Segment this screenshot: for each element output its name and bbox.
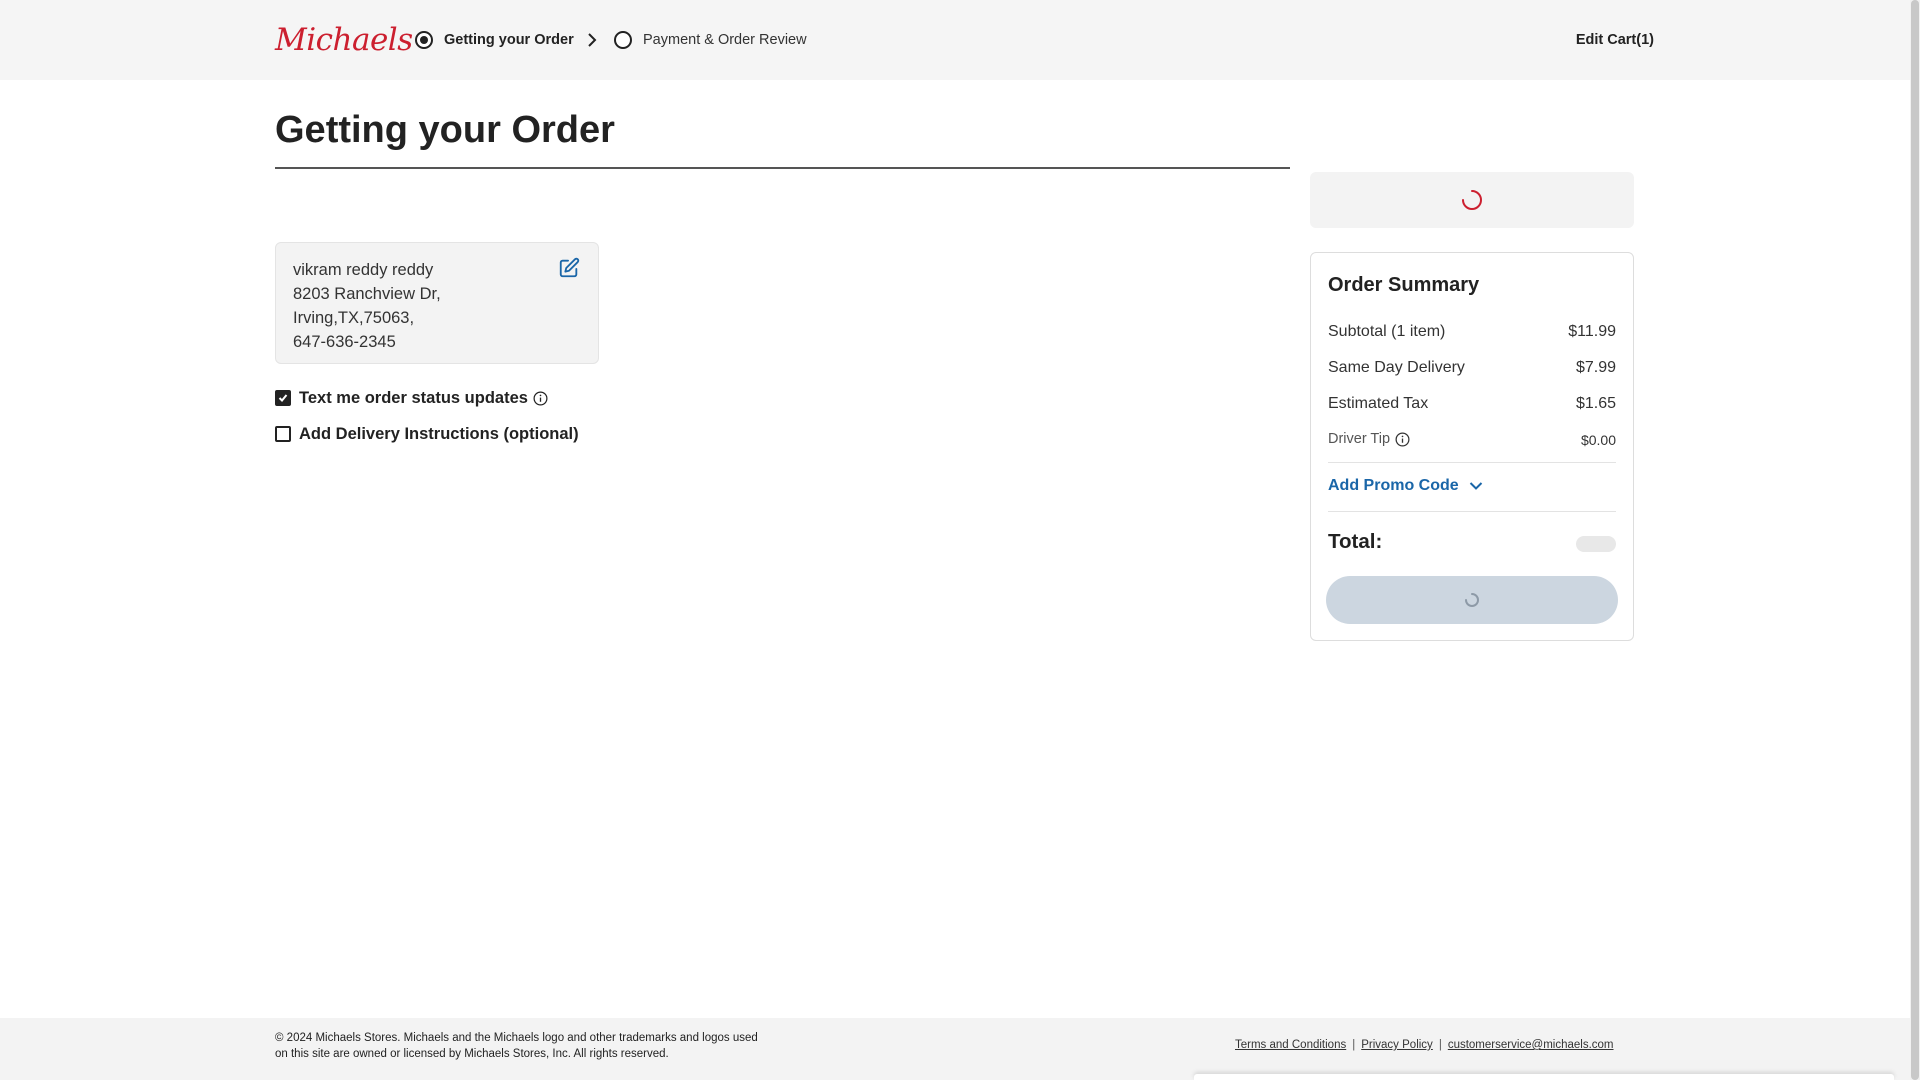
address-street: 8203 Ranchview Dr, — [293, 285, 441, 303]
delivery-instructions-label: Add Delivery Instructions (optional) — [299, 424, 579, 443]
line-value: $0.00 — [1580, 432, 1616, 448]
step-active-indicator-icon — [415, 31, 433, 49]
delivery-instructions-checkbox[interactable] — [275, 426, 291, 442]
checkout-header: Michaels Getting your Order Payment & Or… — [0, 0, 1910, 80]
step-payment-order-review: Payment & Order Review — [614, 26, 807, 54]
chevron-right-icon — [588, 33, 597, 47]
summary-divider — [1328, 462, 1616, 463]
total-value-placeholder — [1576, 536, 1616, 552]
copyright-notice: © 2024 Michaels Stores. Michaels and the… — [275, 1032, 758, 1060]
footer-links: Terms and Conditions | Privacy Policy | … — [1235, 1039, 1614, 1051]
subtotal-row: Subtotal (1 item) $11.99 — [1328, 321, 1616, 343]
delivery-instructions-option[interactable]: Add Delivery Instructions (optional) — [275, 423, 579, 445]
address-name: vikram reddy reddy — [293, 261, 434, 279]
promo-label: Add Promo Code — [1328, 477, 1459, 494]
line-label: Driver Tip — [1328, 431, 1391, 447]
link-separator: | — [1438, 1039, 1442, 1051]
page-title: Getting your Order — [275, 109, 615, 151]
add-promo-code-toggle[interactable]: Add Promo Code — [1328, 475, 1483, 497]
step-getting-your-order: Getting your Order — [415, 26, 574, 54]
delivery-fee-row: Same Day Delivery $7.99 — [1328, 357, 1616, 379]
step-label: Payment & Order Review — [643, 32, 807, 48]
line-label: Subtotal (1 item) — [1328, 323, 1446, 340]
customer-service-email-link[interactable]: customerservice@michaels.com — [1448, 1039, 1614, 1051]
scrollbar-thumb[interactable] — [1911, 0, 1919, 1080]
page-scrollbar[interactable] — [1910, 0, 1920, 1080]
driver-tip-label-group: Driver Tip — [1328, 427, 1410, 451]
checkmark-icon — [278, 394, 288, 402]
line-value: $1.65 — [1575, 395, 1616, 412]
bottom-popup-edge — [1194, 1074, 1894, 1080]
line-label: Same Day Delivery — [1328, 359, 1465, 376]
estimated-tax-row: Estimated Tax $1.65 — [1328, 393, 1616, 415]
step-label: Getting your Order — [444, 32, 574, 48]
loading-spinner-icon — [1462, 190, 1482, 210]
page-footer: © 2024 Michaels Stores. Michaels and the… — [0, 1018, 1910, 1080]
step-inactive-indicator-icon — [614, 31, 632, 49]
driver-tip-row: Driver Tip $0.00 — [1328, 427, 1616, 451]
line-value: $11.99 — [1568, 323, 1616, 340]
link-separator: | — [1352, 1039, 1356, 1051]
address-city-line: Irving,TX,75063, — [293, 309, 415, 327]
michaels-logo[interactable]: Michaels — [275, 18, 413, 62]
text-updates-checkbox[interactable] — [275, 390, 291, 406]
summary-divider — [1328, 511, 1616, 512]
text-order-updates-option[interactable]: Text me order status updates — [275, 387, 548, 409]
info-icon[interactable] — [1395, 432, 1410, 447]
order-summary-title: Order Summary — [1328, 274, 1480, 296]
info-icon[interactable] — [533, 391, 548, 406]
text-updates-label: Text me order status updates — [299, 388, 528, 407]
total-label: Total: — [1328, 530, 1383, 553]
terms-and-conditions-link[interactable]: Terms and Conditions — [1235, 1039, 1346, 1051]
delivery-address-card: vikram reddy reddy 8203 Ranchview Dr, Ir… — [275, 242, 599, 364]
address-phone: 647-636-2345 — [293, 333, 396, 351]
chevron-down-icon — [1469, 482, 1482, 490]
title-divider — [275, 167, 1290, 169]
loading-spinner-icon — [1465, 593, 1479, 607]
privacy-policy-link[interactable]: Privacy Policy — [1361, 1039, 1433, 1051]
edit-cart-link[interactable]: Edit Cart(1) — [1576, 28, 1654, 52]
line-label: Estimated Tax — [1328, 395, 1429, 412]
order-summary-card: Order Summary Subtotal (1 item) $11.99 S… — [1310, 252, 1634, 641]
loading-panel — [1310, 172, 1634, 228]
edit-pencil-icon[interactable] — [558, 257, 580, 279]
line-value: $7.99 — [1575, 359, 1616, 376]
continue-button[interactable] — [1326, 576, 1618, 624]
